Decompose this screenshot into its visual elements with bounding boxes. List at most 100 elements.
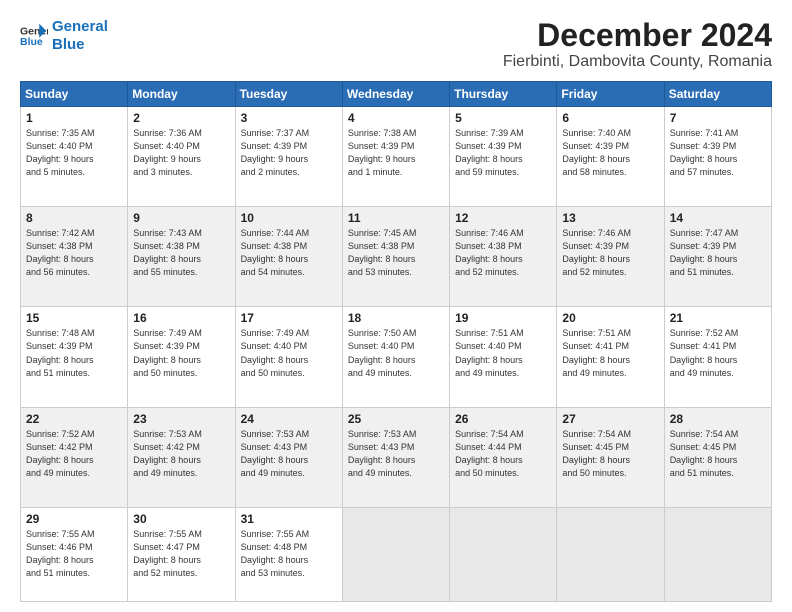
header-saturday: Saturday	[664, 82, 771, 107]
page-header: General Blue GeneralBlue December 2024 F…	[20, 18, 772, 71]
day-detail: Sunrise: 7:55 AMSunset: 4:46 PMDaylight:…	[26, 528, 122, 580]
day-detail: Sunrise: 7:55 AMSunset: 4:47 PMDaylight:…	[133, 528, 229, 580]
day-number: 4	[348, 111, 444, 125]
table-row	[342, 507, 449, 601]
day-number: 11	[348, 211, 444, 225]
day-detail: Sunrise: 7:45 AMSunset: 4:38 PMDaylight:…	[348, 227, 444, 279]
day-number: 30	[133, 512, 229, 526]
day-detail: Sunrise: 7:40 AMSunset: 4:39 PMDaylight:…	[562, 127, 658, 179]
day-detail: Sunrise: 7:55 AMSunset: 4:48 PMDaylight:…	[241, 528, 337, 580]
day-detail: Sunrise: 7:53 AMSunset: 4:42 PMDaylight:…	[133, 428, 229, 480]
table-row	[557, 507, 664, 601]
day-number: 7	[670, 111, 766, 125]
day-detail: Sunrise: 7:47 AMSunset: 4:39 PMDaylight:…	[670, 227, 766, 279]
table-row: 26 Sunrise: 7:54 AMSunset: 4:44 PMDayligh…	[450, 407, 557, 507]
table-row: 1Sunrise: 7:35 AMSunset: 4:40 PMDaylight…	[21, 107, 128, 207]
day-number: 25	[348, 412, 444, 426]
table-row: 21 Sunrise: 7:52 AMSunset: 4:41 PMDayligh…	[664, 307, 771, 407]
day-number: 6	[562, 111, 658, 125]
table-row	[450, 507, 557, 601]
day-detail: Sunrise: 7:54 AMSunset: 4:45 PMDaylight:…	[562, 428, 658, 480]
day-number: 29	[26, 512, 122, 526]
title-block: December 2024 Fierbinti, Dambovita Count…	[503, 18, 772, 71]
day-number: 3	[241, 111, 337, 125]
day-number: 8	[26, 211, 122, 225]
table-row: 18 Sunrise: 7:50 AMSunset: 4:40 PMDayligh…	[342, 307, 449, 407]
logo-icon: General Blue	[20, 22, 48, 50]
day-detail: Sunrise: 7:54 AMSunset: 4:44 PMDaylight:…	[455, 428, 551, 480]
table-row: 28 Sunrise: 7:54 AMSunset: 4:45 PMDayligh…	[664, 407, 771, 507]
header-tuesday: Tuesday	[235, 82, 342, 107]
table-row: 25 Sunrise: 7:53 AMSunset: 4:43 PMDayligh…	[342, 407, 449, 507]
day-detail: Sunrise: 7:46 AMSunset: 4:38 PMDaylight:…	[455, 227, 551, 279]
day-number: 2	[133, 111, 229, 125]
table-row: 16 Sunrise: 7:49 AMSunset: 4:39 PMDayligh…	[128, 307, 235, 407]
day-number: 15	[26, 311, 122, 325]
day-detail: Sunrise: 7:51 AMSunset: 4:40 PMDaylight:…	[455, 327, 551, 379]
day-number: 5	[455, 111, 551, 125]
table-row: 11 Sunrise: 7:45 AMSunset: 4:38 PMDayligh…	[342, 207, 449, 307]
calendar-header-row: Sunday Monday Tuesday Wednesday Thursday…	[21, 82, 772, 107]
day-detail: Sunrise: 7:49 AMSunset: 4:40 PMDaylight:…	[241, 327, 337, 379]
table-row: 8 Sunrise: 7:42 AMSunset: 4:38 PMDaylight…	[21, 207, 128, 307]
table-row: 31 Sunrise: 7:55 AMSunset: 4:48 PMDayligh…	[235, 507, 342, 601]
day-detail: Sunrise: 7:52 AMSunset: 4:41 PMDaylight:…	[670, 327, 766, 379]
table-row: 17 Sunrise: 7:49 AMSunset: 4:40 PMDayligh…	[235, 307, 342, 407]
calendar-week-row: 1Sunrise: 7:35 AMSunset: 4:40 PMDaylight…	[21, 107, 772, 207]
day-detail: Sunrise: 7:38 AMSunset: 4:39 PMDaylight:…	[348, 127, 444, 179]
table-row: 2 Sunrise: 7:36 AMSunset: 4:40 PMDaylight…	[128, 107, 235, 207]
day-detail: Sunrise: 7:53 AMSunset: 4:43 PMDaylight:…	[241, 428, 337, 480]
header-sunday: Sunday	[21, 82, 128, 107]
day-number: 22	[26, 412, 122, 426]
day-number: 18	[348, 311, 444, 325]
day-detail: Sunrise: 7:43 AMSunset: 4:38 PMDaylight:…	[133, 227, 229, 279]
day-detail: Sunrise: 7:51 AMSunset: 4:41 PMDaylight:…	[562, 327, 658, 379]
table-row: 22 Sunrise: 7:52 AMSunset: 4:42 PMDayligh…	[21, 407, 128, 507]
day-number: 28	[670, 412, 766, 426]
logo-text: GeneralBlue	[52, 18, 108, 54]
day-number: 24	[241, 412, 337, 426]
day-number: 20	[562, 311, 658, 325]
calendar-week-row: 22 Sunrise: 7:52 AMSunset: 4:42 PMDayligh…	[21, 407, 772, 507]
day-number: 21	[670, 311, 766, 325]
day-number: 10	[241, 211, 337, 225]
table-row: 24 Sunrise: 7:53 AMSunset: 4:43 PMDayligh…	[235, 407, 342, 507]
header-thursday: Thursday	[450, 82, 557, 107]
table-row: 14Sunrise: 7:47 AMSunset: 4:39 PMDayligh…	[664, 207, 771, 307]
day-detail: Sunrise: 7:50 AMSunset: 4:40 PMDaylight:…	[348, 327, 444, 379]
day-number: 13	[562, 211, 658, 225]
table-row: 23 Sunrise: 7:53 AMSunset: 4:42 PMDayligh…	[128, 407, 235, 507]
header-monday: Monday	[128, 82, 235, 107]
day-number: 17	[241, 311, 337, 325]
calendar-subtitle: Fierbinti, Dambovita County, Romania	[503, 53, 772, 71]
table-row: 27Sunrise: 7:54 AMSunset: 4:45 PMDayligh…	[557, 407, 664, 507]
table-row: 7 Sunrise: 7:41 AMSunset: 4:39 PMDaylight…	[664, 107, 771, 207]
day-detail: Sunrise: 7:53 AMSunset: 4:43 PMDaylight:…	[348, 428, 444, 480]
day-number: 16	[133, 311, 229, 325]
day-detail: Sunrise: 7:41 AMSunset: 4:39 PMDaylight:…	[670, 127, 766, 179]
table-row: 9Sunrise: 7:43 AMSunset: 4:38 PMDaylight…	[128, 207, 235, 307]
day-detail: Sunrise: 7:39 AMSunset: 4:39 PMDaylight:…	[455, 127, 551, 179]
table-row: 6 Sunrise: 7:40 AMSunset: 4:39 PMDaylight…	[557, 107, 664, 207]
table-row: 3Sunrise: 7:37 AMSunset: 4:39 PMDaylight…	[235, 107, 342, 207]
day-number: 23	[133, 412, 229, 426]
day-number: 31	[241, 512, 337, 526]
day-detail: Sunrise: 7:49 AMSunset: 4:39 PMDaylight:…	[133, 327, 229, 379]
calendar-title: December 2024	[503, 18, 772, 53]
table-row: 20 Sunrise: 7:51 AMSunset: 4:41 PMDayligh…	[557, 307, 664, 407]
day-detail: Sunrise: 7:52 AMSunset: 4:42 PMDaylight:…	[26, 428, 122, 480]
calendar-table: Sunday Monday Tuesday Wednesday Thursday…	[20, 81, 772, 602]
day-detail: Sunrise: 7:42 AMSunset: 4:38 PMDaylight:…	[26, 227, 122, 279]
day-detail: Sunrise: 7:36 AMSunset: 4:40 PMDaylight:…	[133, 127, 229, 179]
day-detail: Sunrise: 7:54 AMSunset: 4:45 PMDaylight:…	[670, 428, 766, 480]
day-number: 26	[455, 412, 551, 426]
table-row: 30 Sunrise: 7:55 AMSunset: 4:47 PMDayligh…	[128, 507, 235, 601]
logo: General Blue GeneralBlue	[20, 18, 108, 54]
table-row: 4 Sunrise: 7:38 AMSunset: 4:39 PMDaylight…	[342, 107, 449, 207]
header-friday: Friday	[557, 82, 664, 107]
header-wednesday: Wednesday	[342, 82, 449, 107]
day-number: 19	[455, 311, 551, 325]
table-row: 15 Sunrise: 7:48 AMSunset: 4:39 PMDayligh…	[21, 307, 128, 407]
day-detail: Sunrise: 7:48 AMSunset: 4:39 PMDaylight:…	[26, 327, 122, 379]
table-row: 29 Sunrise: 7:55 AMSunset: 4:46 PMDayligh…	[21, 507, 128, 601]
